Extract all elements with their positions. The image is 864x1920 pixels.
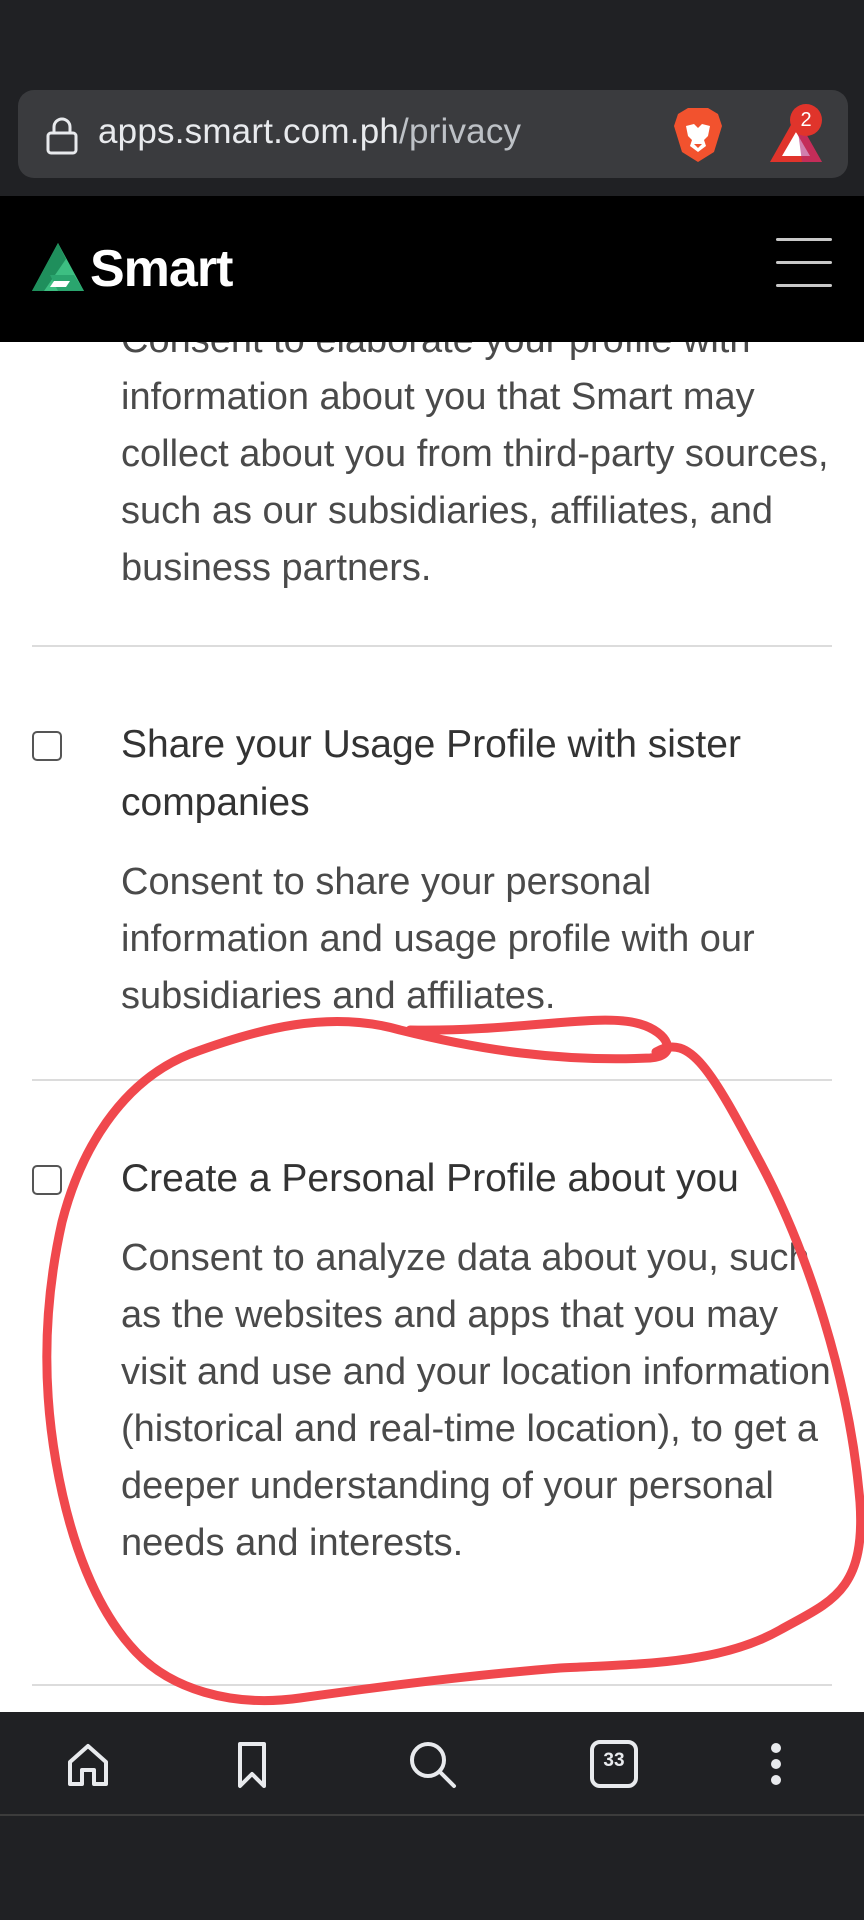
home-icon[interactable]: [58, 1734, 118, 1794]
rewards-badge: 2: [790, 104, 822, 136]
privacy-content: Consent to elaborate your profile with i…: [0, 342, 864, 1712]
status-bar: [0, 0, 864, 88]
brave-shields-icon[interactable]: [670, 106, 726, 164]
smart-logo-icon: [32, 243, 84, 291]
consent-description-share-usage: Consent to share your personal informati…: [121, 861, 755, 1017]
url-text[interactable]: apps.smart.com.ph/privacy: [98, 112, 521, 152]
consent-description-personal-profile: Consent to analyze data about you, such …: [121, 1237, 831, 1564]
previous-item-description: information about you that Smart may col…: [121, 376, 829, 589]
divider: [32, 1684, 832, 1686]
lock-icon: [46, 117, 78, 155]
menu-icon[interactable]: [776, 238, 832, 290]
site-header: Smart: [0, 196, 864, 342]
bookmark-icon[interactable]: [222, 1734, 282, 1794]
url-path: /privacy: [399, 112, 522, 151]
system-navigation-bar: [0, 1814, 864, 1920]
divider: [32, 1079, 832, 1081]
more-menu-icon[interactable]: [746, 1734, 806, 1794]
previous-item-description-partial: Consent to elaborate your profile with: [121, 342, 750, 369]
bottom-toolbar: 33: [0, 1712, 864, 1814]
smart-logo-text: Smart: [90, 240, 233, 298]
tab-count: 33: [603, 1750, 625, 1771]
consent-checkbox-share-usage[interactable]: [32, 731, 62, 761]
search-icon[interactable]: [402, 1734, 462, 1794]
tabs-button[interactable]: 33: [584, 1734, 644, 1794]
url-host: apps.smart.com.ph: [98, 112, 400, 151]
smart-logo[interactable]: Smart: [30, 236, 233, 302]
divider: [32, 645, 832, 647]
address-bar[interactable]: apps.smart.com.ph/privacy: [18, 90, 848, 178]
consent-title-share-usage: Share your Usage Profile with sister com…: [121, 723, 741, 824]
browser-toolbar: apps.smart.com.ph/privacy 2: [0, 88, 864, 196]
consent-checkbox-personal-profile[interactable]: [32, 1165, 62, 1195]
consent-title-personal-profile: Create a Personal Profile about you: [121, 1157, 739, 1200]
